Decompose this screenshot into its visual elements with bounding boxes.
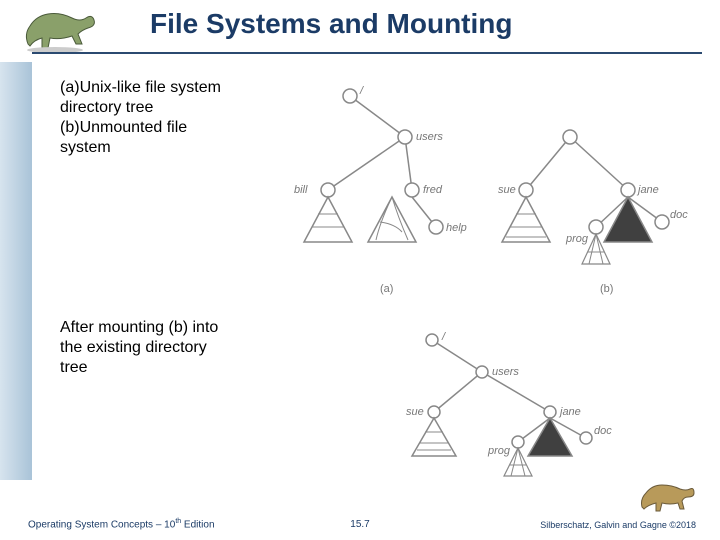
node2-doc: [580, 432, 592, 444]
label-users: users: [416, 131, 443, 143]
node2-root: [426, 334, 438, 346]
node2-prog: [512, 436, 524, 448]
label-bill: bill: [294, 184, 308, 196]
paragraph-2: After mounting (b) into the existing dir…: [60, 318, 230, 378]
sidebar-accent: [0, 62, 32, 480]
page-title: File Systems and Mounting: [150, 8, 512, 40]
footer: Operating System Concepts – 10th Edition…: [0, 512, 720, 540]
tree-a: / users bill fred help (a: [294, 85, 467, 295]
label2-prog: prog: [487, 445, 511, 457]
tree-b: sue jane prog doc (b): [498, 130, 688, 295]
label2-doc: doc: [594, 425, 612, 437]
header: File Systems and Mounting: [0, 0, 720, 62]
caption-a: (a): [380, 283, 393, 295]
node-users: [398, 130, 412, 144]
title-rule: [32, 52, 702, 54]
node-jane: [621, 183, 635, 197]
figure-2: / users sue jane prog doc: [390, 330, 650, 505]
label-fred: fred: [423, 184, 443, 196]
paragraph-1: (a)Unix-like file system directory tree …: [60, 78, 230, 158]
node-fred: [405, 183, 419, 197]
node-prog: [589, 220, 603, 234]
label-prog: prog: [565, 233, 589, 245]
label-jane: jane: [636, 184, 659, 196]
slide: File Systems and Mounting (a)Unix-like f…: [0, 0, 720, 540]
footer-right: Silberschatz, Galvin and Gagne ©2018: [540, 520, 696, 530]
node-b-root: [563, 130, 577, 144]
node2-jane: [544, 406, 556, 418]
caption-b: (b): [600, 283, 613, 295]
label2-root: /: [441, 331, 446, 343]
label2-jane: jane: [558, 406, 581, 418]
label-doc: doc: [670, 209, 688, 221]
figure-1: / users bill fred help (a: [280, 82, 700, 307]
node-help: [429, 220, 443, 234]
label-sue: sue: [498, 184, 516, 196]
node2-sue: [428, 406, 440, 418]
node-root: [343, 89, 357, 103]
label2-sue: sue: [406, 406, 424, 418]
label-root: /: [359, 85, 364, 97]
label-help: help: [446, 222, 467, 234]
label2-users: users: [492, 366, 519, 378]
node-sue: [519, 183, 533, 197]
item-a-label: (a): [60, 79, 80, 96]
dinosaur-logo-icon: [20, 4, 110, 59]
item-b-label: (b): [60, 119, 80, 136]
node-bill: [321, 183, 335, 197]
node-doc: [655, 215, 669, 229]
item-b-text: Unmounted file system: [60, 119, 187, 156]
item-a-text: Unix-like file system directory tree: [60, 79, 221, 116]
node2-users: [476, 366, 488, 378]
